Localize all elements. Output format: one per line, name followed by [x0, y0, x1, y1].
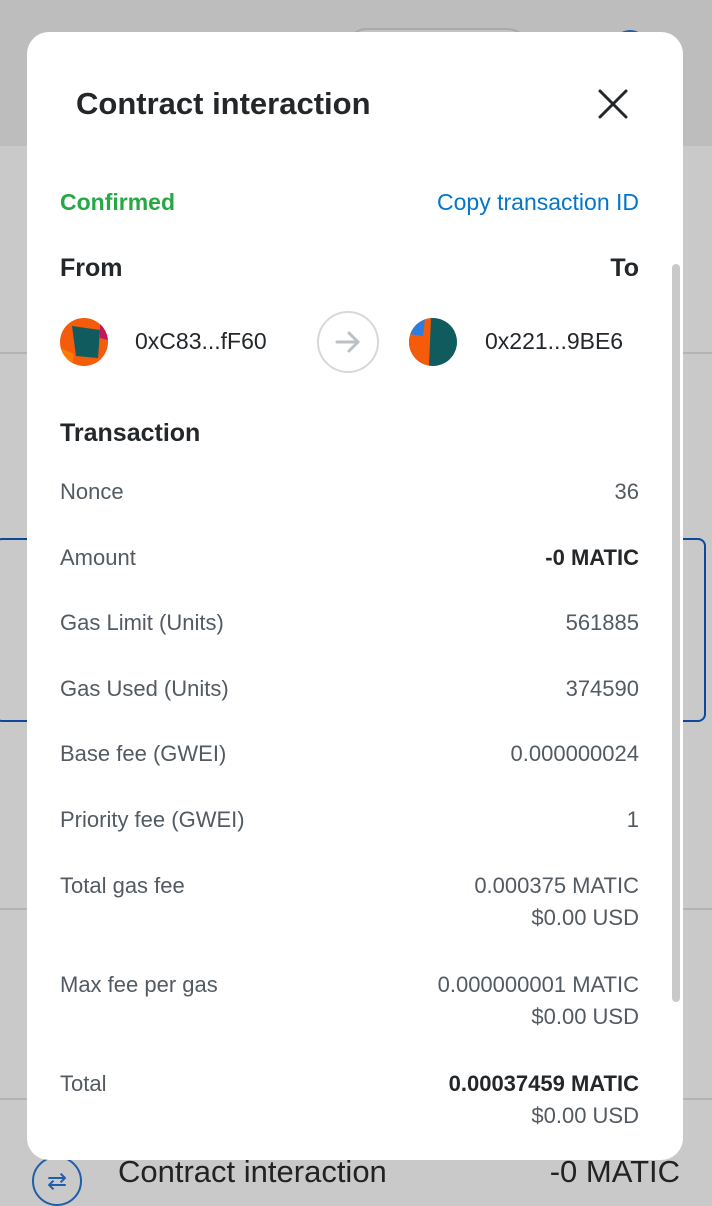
priority-fee-label: Priority fee (GWEI): [60, 807, 245, 832]
gas-used-label: Gas Used (Units): [60, 676, 229, 701]
total-label: Total: [60, 1071, 107, 1096]
modal-title: Contract interaction: [76, 86, 371, 121]
base-fee-value: 0.000000024: [510, 741, 639, 766]
copy-transaction-id-link[interactable]: Copy transaction ID: [437, 189, 639, 216]
direction-indicator: [317, 311, 379, 373]
scrollbar[interactable]: [672, 264, 680, 1002]
gas-limit-value: 561885: [565, 610, 639, 635]
to-address[interactable]: 0x221...9BE6: [485, 328, 623, 355]
total-fiat: $0.00 USD: [531, 1103, 639, 1128]
total-gas-fee-label: Total gas fee: [60, 873, 185, 898]
total-gas-fee-value: 0.000375 MATIC: [474, 873, 639, 898]
nonce-value: 36: [614, 479, 639, 504]
transaction-section-title: Transaction: [60, 419, 201, 447]
status-badge: Confirmed: [60, 189, 175, 215]
amount-label: Amount: [60, 545, 136, 570]
total-value: 0.00037459 MATIC: [448, 1071, 639, 1096]
max-fee-per-gas-label: Max fee per gas: [60, 972, 218, 997]
base-fee-label: Base fee (GWEI): [60, 741, 227, 766]
gas-limit-label: Gas Limit (Units): [60, 610, 224, 635]
close-icon: [598, 89, 628, 119]
from-label: From: [60, 254, 123, 282]
max-fee-per-gas-fiat: $0.00 USD: [531, 1004, 639, 1029]
amount-value: -0 MATIC: [545, 545, 639, 570]
swap-icon: ⇄: [32, 1156, 82, 1206]
total-gas-fee-fiat: $0.00 USD: [531, 905, 639, 930]
priority-fee-value: 1: [626, 807, 639, 832]
transaction-details-modal: Contract interaction Confirmed Copy tran…: [27, 32, 683, 1160]
from-address[interactable]: 0xC83...fF60: [135, 328, 267, 355]
nonce-label: Nonce: [60, 479, 124, 504]
to-label: To: [610, 254, 639, 282]
gas-used-value: 374590: [565, 676, 639, 701]
arrow-right-icon: [335, 331, 360, 353]
from-account-avatar: [60, 318, 108, 366]
to-account-avatar: [409, 318, 457, 366]
max-fee-per-gas-value: 0.000000001 MATIC: [437, 972, 639, 997]
close-button[interactable]: [593, 84, 633, 124]
